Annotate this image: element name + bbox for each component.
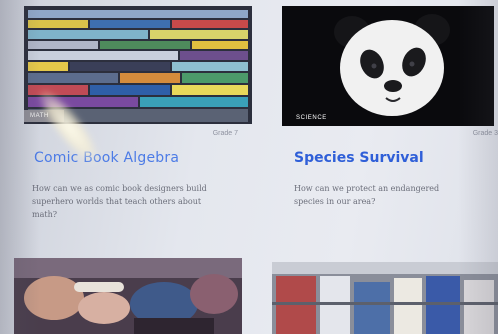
grocery-store-shelves-image[interactable] — [272, 262, 498, 334]
classroom-hands-image[interactable] — [14, 258, 242, 334]
classroom-hands-illustration — [14, 258, 242, 334]
project-title[interactable]: Comic Book Algebra — [34, 150, 179, 166]
project-card-classroom[interactable] — [14, 258, 242, 334]
project-description: How can we as comic book designers build… — [32, 184, 207, 219]
project-card-comic-book-algebra[interactable]: MATH Grade 7 Comic Book Algebra How can … — [14, 6, 254, 250]
panda-face-illustration — [282, 6, 494, 126]
grade-label: Grade 3 — [472, 130, 498, 137]
tablet-screen: MATH Grade 7 Comic Book Algebra How can … — [0, 0, 498, 334]
project-description: How can we protect an endangered species… — [294, 184, 440, 206]
grade-label: Grade 7 — [212, 130, 238, 137]
project-card-grocery[interactable] — [272, 262, 498, 334]
project-card-species-survival[interactable]: SCIENCE Grade 3 Species Survival How can… — [274, 4, 498, 248]
panda-image[interactable]: SCIENCE — [282, 6, 494, 126]
project-title[interactable]: Species Survival — [294, 150, 424, 166]
subject-tag: SCIENCE — [296, 115, 327, 121]
grocery-shelves-illustration — [272, 262, 498, 334]
